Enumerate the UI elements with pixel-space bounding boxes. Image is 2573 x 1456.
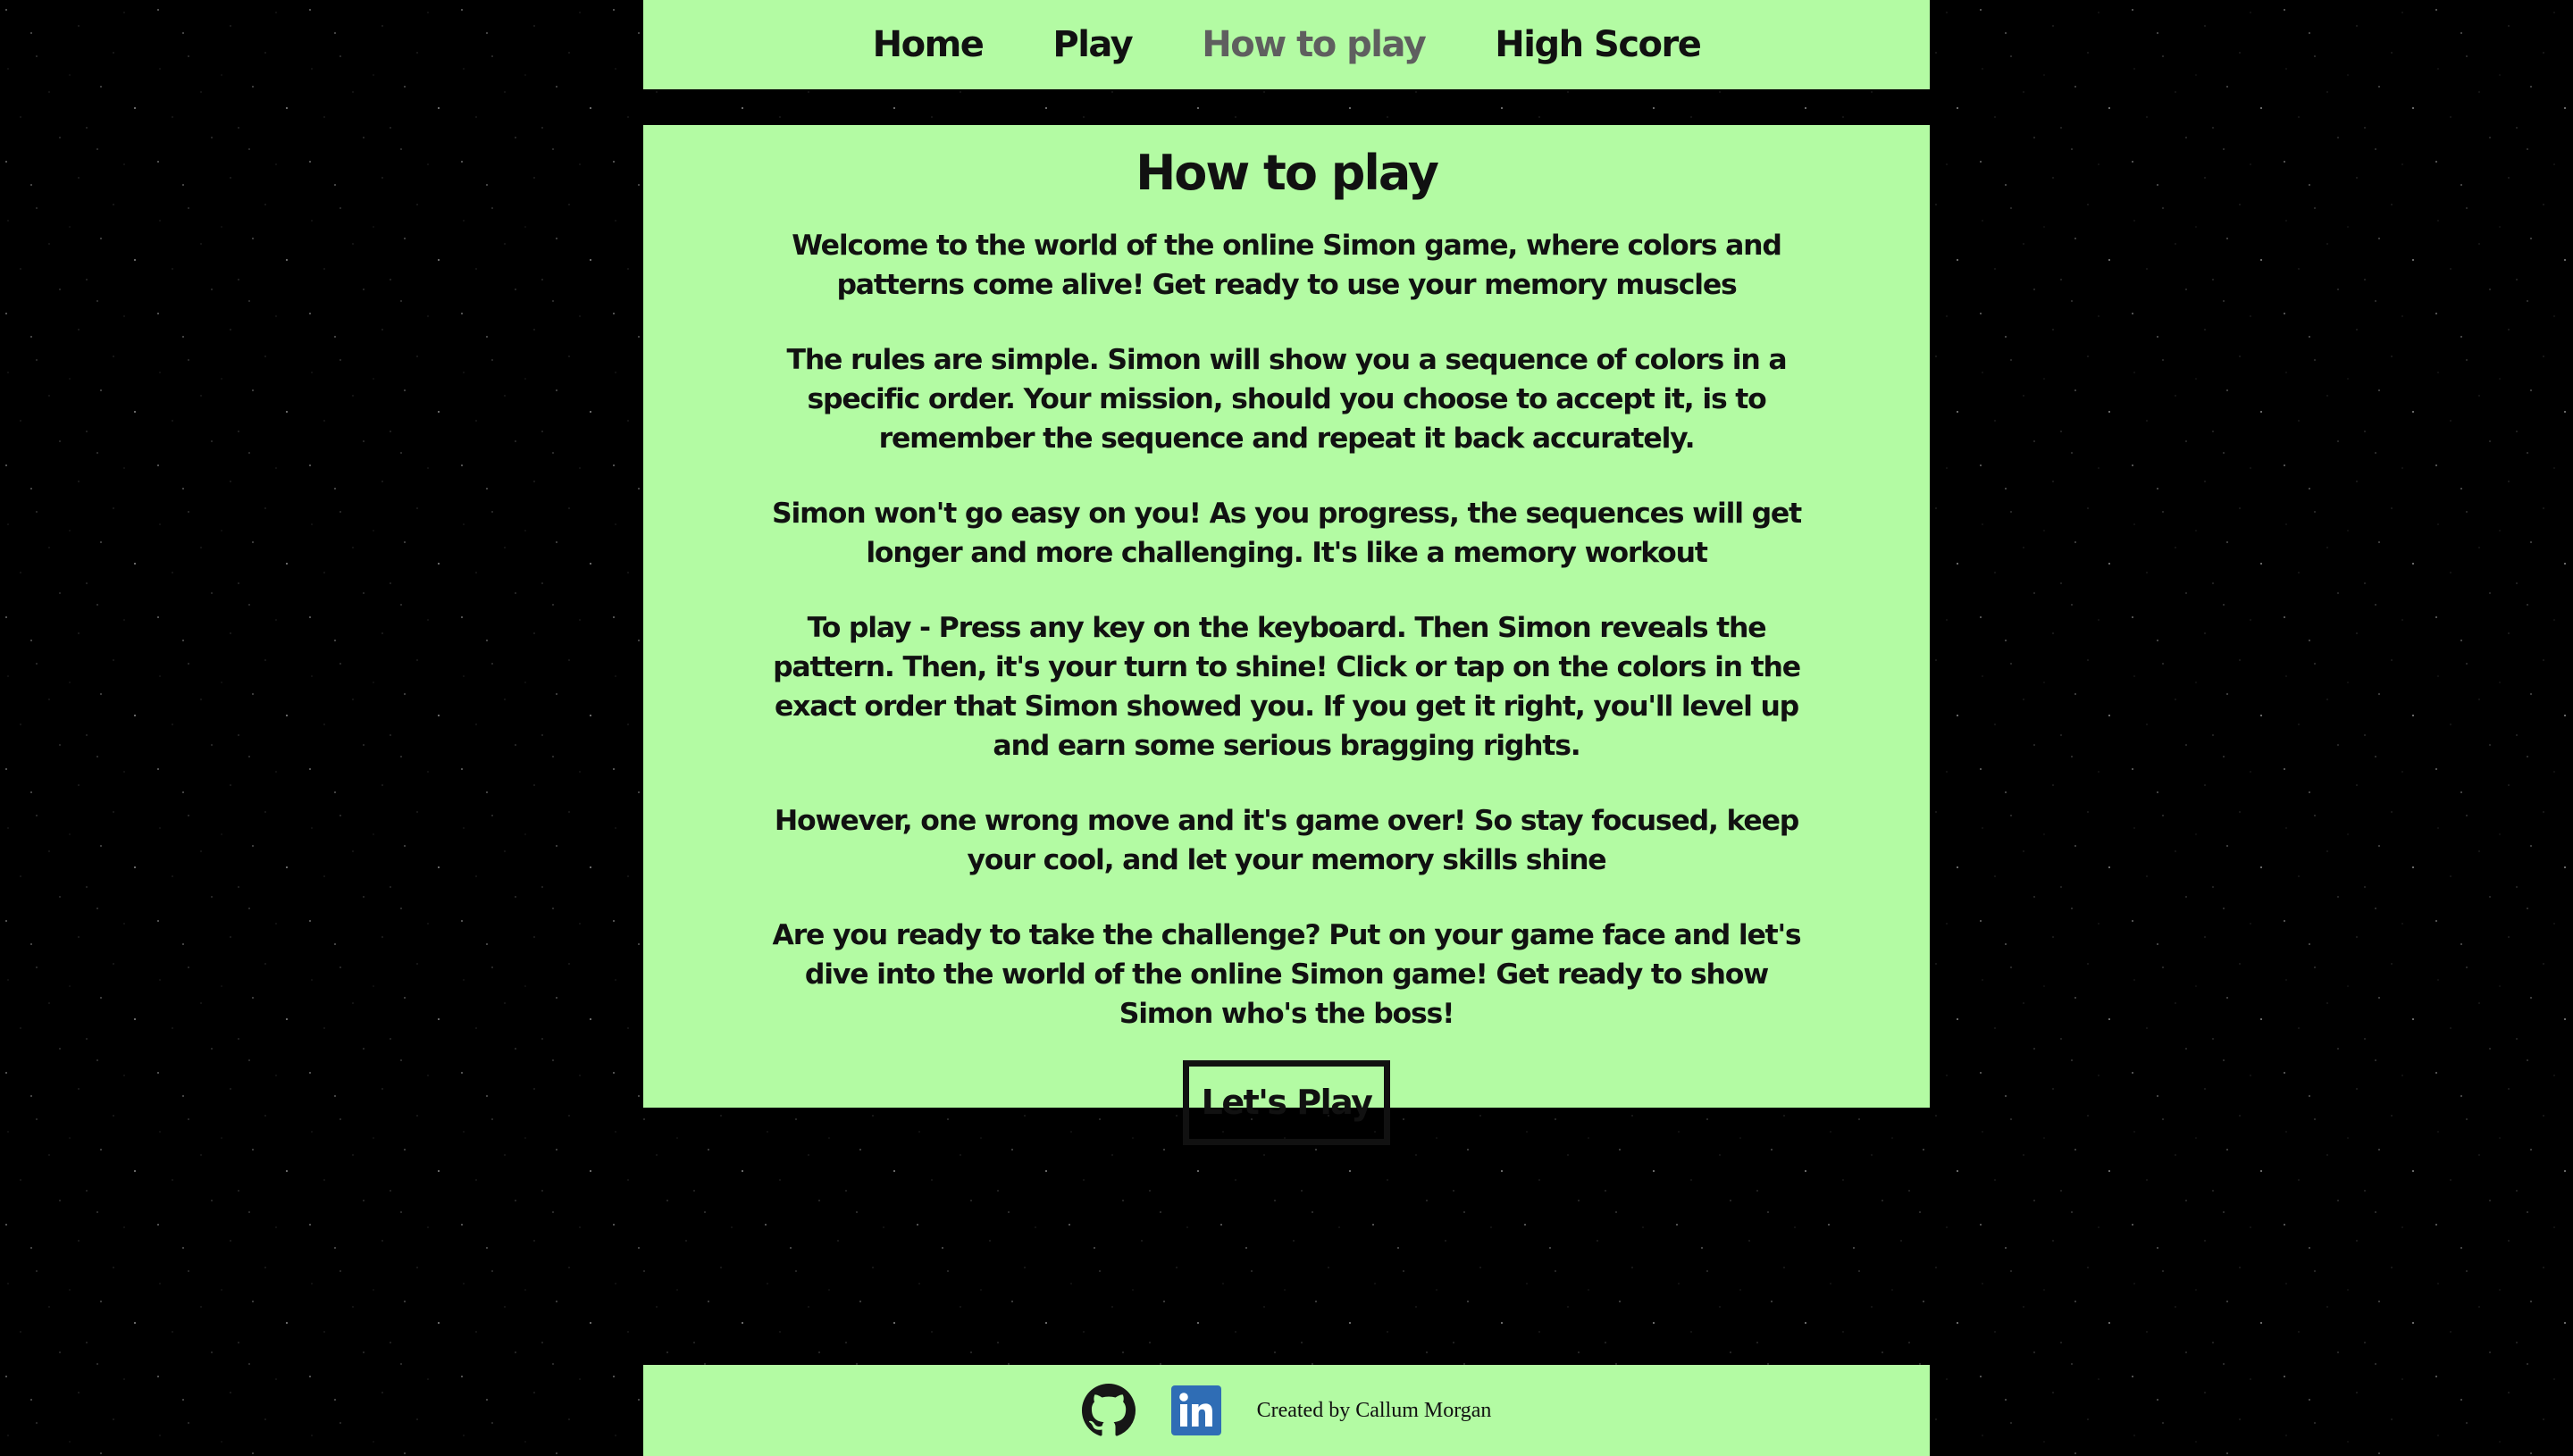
page-title: How to play bbox=[1136, 145, 1439, 201]
rules-paragraph: The rules are simple. Simon will show yo… bbox=[786, 343, 1788, 455]
footer: Created by Callum Morgan bbox=[643, 1365, 1930, 1456]
nav-high-score-link[interactable]: High Score bbox=[1495, 24, 1702, 65]
intro-paragraph: Welcome to the world of the online Simon… bbox=[792, 229, 1782, 301]
instructions-paragraph: To play - Press any key on the keyboard.… bbox=[773, 611, 1801, 762]
nav-home-link[interactable]: Home bbox=[873, 24, 985, 65]
challenge-paragraph: Are you ready to take the challenge? Put… bbox=[772, 918, 1802, 1030]
creator-credit: Created by Callum Morgan bbox=[1256, 1398, 1492, 1422]
top-navigation: Home Play How to play High Score bbox=[643, 0, 1930, 89]
progress-paragraph: Simon won't go easy on you! As you progr… bbox=[772, 497, 1802, 569]
nav-play-link[interactable]: Play bbox=[1052, 24, 1133, 65]
nav-how-to-play-link[interactable]: How to play bbox=[1202, 24, 1427, 65]
lets-play-button[interactable]: Let's Play bbox=[1182, 1059, 1391, 1146]
game-over-paragraph: However, one wrong move and it's game ov… bbox=[774, 804, 1799, 876]
github-icon[interactable] bbox=[1081, 1384, 1136, 1437]
how-to-play-panel: How to play Welcome to the world of the … bbox=[643, 125, 1930, 1146]
linkedin-icon[interactable] bbox=[1170, 1385, 1221, 1435]
